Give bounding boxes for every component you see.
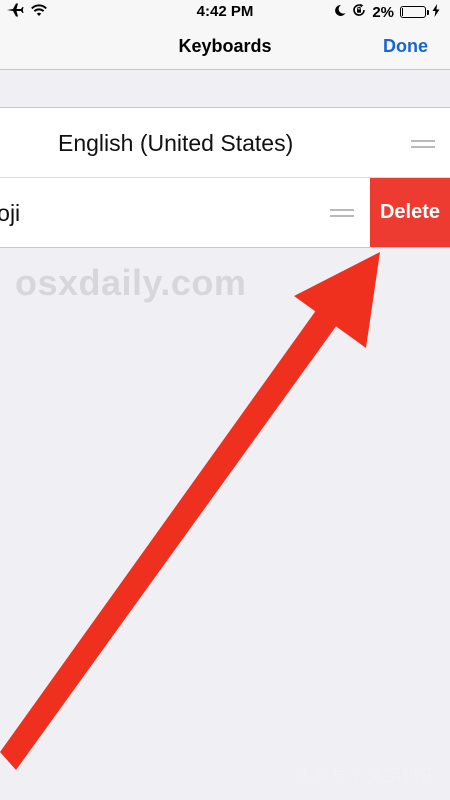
reorder-handle-icon[interactable]	[411, 140, 435, 148]
status-right: 2%	[334, 3, 440, 21]
keyboard-row-emoji[interactable]: moji Delete	[0, 177, 450, 247]
status-bar: 4:42 PM 2%	[0, 0, 450, 24]
keyboard-row-english[interactable]: English (United States)	[0, 108, 450, 177]
watermark: osxdaily.com	[15, 262, 247, 303]
done-button[interactable]: Done	[383, 36, 428, 57]
reorder-handle-icon[interactable]	[330, 209, 354, 217]
battery-level	[402, 8, 403, 16]
nav-bar: Keyboards Done	[0, 24, 450, 70]
keyboards-screen: 4:42 PM 2% Keyboards Done English (Unite…	[0, 0, 450, 800]
arrow-head	[294, 252, 380, 348]
battery-icon	[400, 6, 429, 18]
arrow-shaft	[0, 302, 342, 770]
keyboards-list: English (United States) moji Delete	[0, 107, 450, 248]
footer-watermark: 头条号 / 文字码头	[294, 766, 438, 785]
battery-percent: 2%	[372, 3, 394, 21]
delete-button[interactable]: Delete	[370, 178, 450, 247]
rotation-lock-icon	[352, 3, 366, 21]
keyboard-label: English (United States)	[58, 130, 294, 156]
keyboard-label: moji	[0, 200, 21, 226]
moon-icon	[334, 4, 346, 21]
charging-bolt-icon	[432, 3, 440, 21]
